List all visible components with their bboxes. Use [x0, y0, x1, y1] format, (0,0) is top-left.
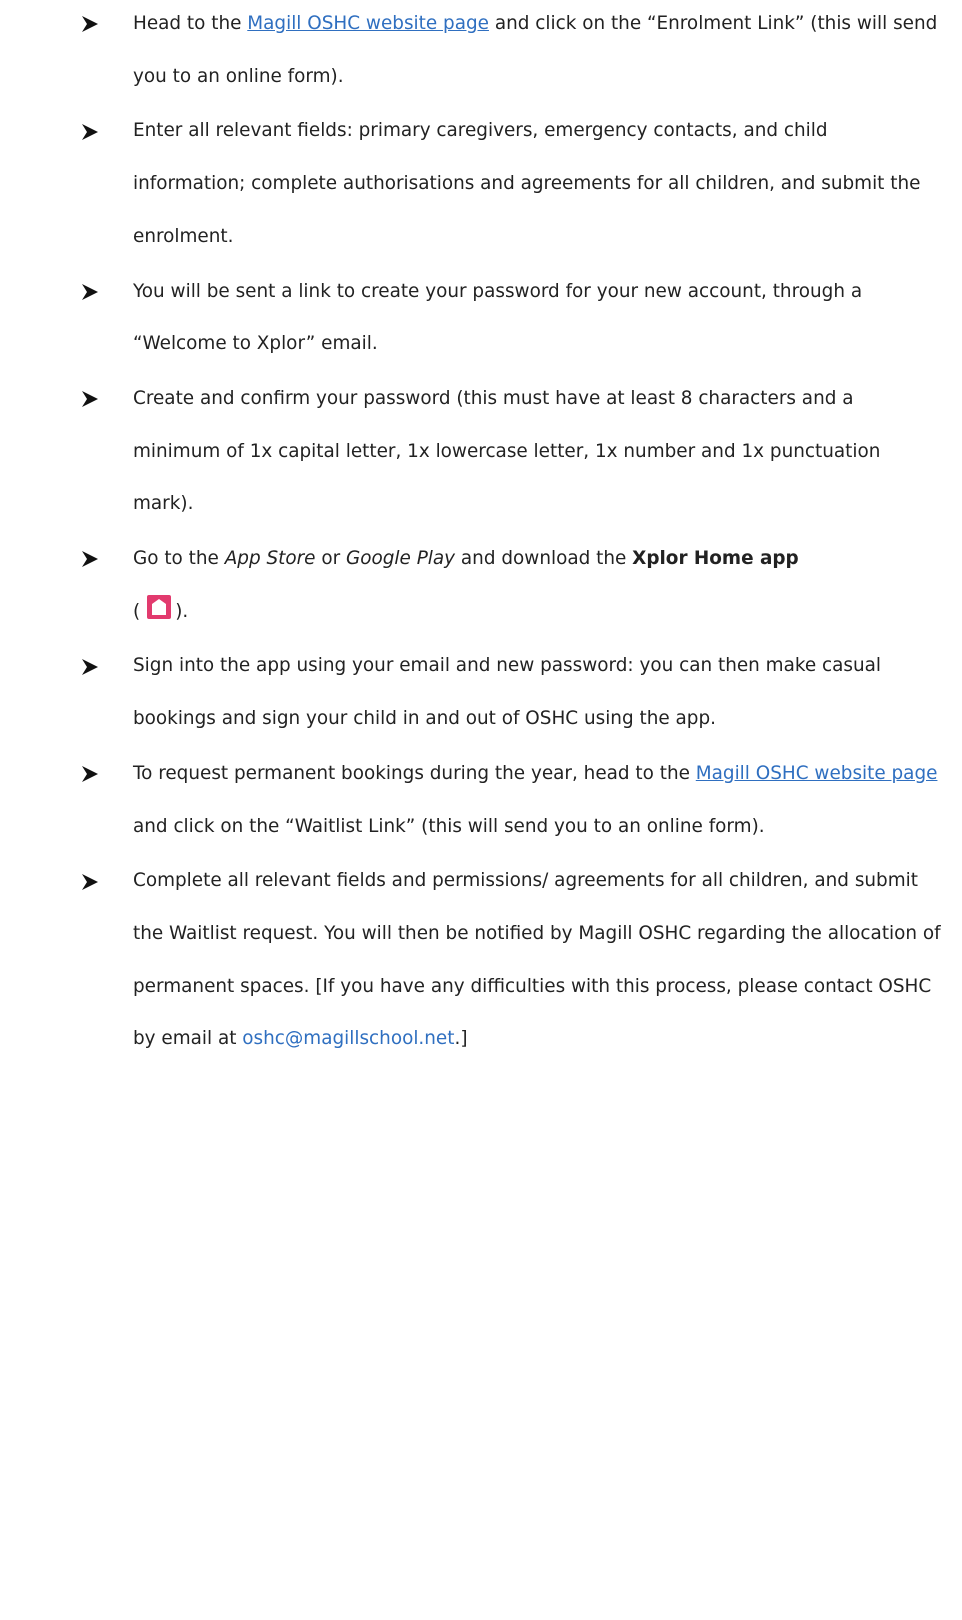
list-item: Sign into the app using your email and n… [0, 640, 962, 745]
app-store-name: App Store [224, 548, 316, 570]
list-item: To request permanent bookings during the… [0, 748, 962, 853]
step-text: Create and confirm your password (this m… [133, 387, 881, 515]
list-item: Complete all relevant fields and permiss… [0, 855, 962, 1066]
xplor-home-app-name: Xplor Home app [632, 548, 799, 570]
arrowhead-bullet-icon [79, 0, 101, 51]
step-text: Sign into the app using your email and n… [133, 655, 881, 730]
arrowhead-bullet-icon [79, 640, 101, 693]
list-item: Create and confirm your password (this m… [0, 373, 962, 531]
magill-oshc-website-link[interactable]: Magill OSHC website page [696, 763, 938, 784]
list-item: Go to the App Store or Google Play and d… [0, 533, 962, 638]
arrowhead-bullet-icon [79, 748, 101, 801]
list-item: Head to the Magill OSHC website page and… [0, 0, 962, 103]
enrolment-steps-document: Head to the Magill OSHC website page and… [0, 0, 962, 1066]
oshc-email-link[interactable]: oshc@magillschool.net [242, 1028, 454, 1049]
list-item: You will be sent a link to create your p… [0, 266, 962, 371]
list-item: Enter all relevant fields: primary careg… [0, 105, 962, 263]
arrowhead-bullet-icon [79, 105, 101, 158]
arrowhead-bullet-icon [79, 373, 101, 426]
arrowhead-bullet-icon [79, 533, 101, 586]
arrowhead-bullet-icon [79, 266, 101, 319]
google-play-name: Google Play [346, 548, 456, 570]
step-text: You will be sent a link to create your p… [133, 280, 863, 355]
arrowhead-bullet-icon [79, 855, 101, 908]
step-text: Enter all relevant fields: primary careg… [133, 120, 921, 247]
magill-oshc-website-link[interactable]: Magill OSHC website page [247, 13, 489, 34]
xplor-home-app-icon [147, 594, 172, 619]
